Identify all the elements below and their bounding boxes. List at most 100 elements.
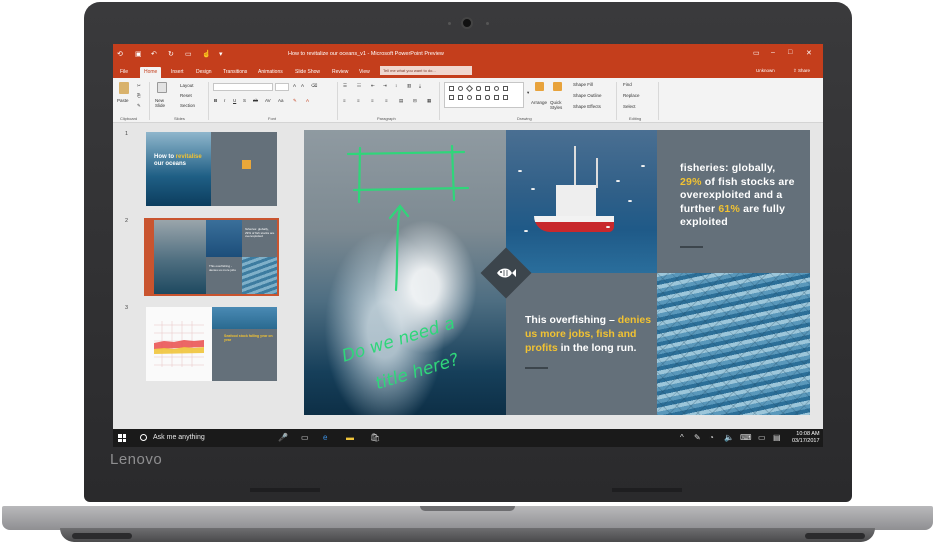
rectangle-shape-icon[interactable] <box>449 86 454 91</box>
slide-canvas[interactable]: Do we need a title here? fisheries: glob… <box>304 130 810 415</box>
align-text-icon[interactable]: ⊟ <box>413 98 417 104</box>
font-color-icon[interactable]: A <box>306 98 309 103</box>
tray-chevron-icon[interactable]: ^ <box>680 433 684 442</box>
tab-slide-show[interactable]: Slide Show <box>291 67 324 78</box>
tab-home[interactable]: Home <box>140 67 162 78</box>
shrink-font-icon[interactable]: A <box>301 83 304 88</box>
edge-browser-icon[interactable]: e <box>323 433 327 442</box>
shape-outline-button[interactable]: Shape Outline <box>573 93 602 98</box>
cut-icon[interactable]: ✂ <box>137 83 141 89</box>
bullets-icon[interactable]: ☰ <box>343 83 347 89</box>
quick-styles-button[interactable]: Quick Styles <box>550 100 566 110</box>
ribbon-display-icon[interactable]: ▭ <box>753 49 760 57</box>
diamond-shape-icon[interactable] <box>465 84 474 93</box>
circle-shape-icon[interactable] <box>494 86 499 91</box>
undo-icon[interactable]: ↶ <box>151 50 157 58</box>
microphone-icon[interactable]: 🎤 <box>278 433 288 442</box>
select-button[interactable]: Select <box>623 104 636 109</box>
numbering-icon[interactable]: ☷ <box>357 83 361 89</box>
clear-format-icon[interactable]: ⌫ <box>311 83 317 89</box>
pen-icon[interactable]: ✎ <box>694 433 701 442</box>
arrange-icon[interactable] <box>535 82 544 91</box>
align-left-icon[interactable]: ≡ <box>343 98 346 103</box>
columns-icon[interactable]: ▥ <box>407 83 411 89</box>
slide-thumbnail-3[interactable]: Seafood stock falling year on year <box>146 307 277 381</box>
tab-review[interactable]: Review <box>328 67 352 78</box>
align-right-icon[interactable]: ≡ <box>371 98 374 103</box>
line-spacing-icon[interactable]: ↕ <box>395 83 397 88</box>
file-explorer-icon[interactable]: ▬ <box>346 433 354 442</box>
layout-button[interactable]: Layout <box>180 83 194 88</box>
section-button[interactable]: Section <box>180 103 195 108</box>
oval-shape-icon[interactable] <box>467 95 472 100</box>
square-shape-icon[interactable] <box>503 86 508 91</box>
line-shape-icon[interactable] <box>449 95 454 100</box>
battery-icon[interactable]: ▭ <box>758 433 766 442</box>
store-icon[interactable]: 🛍 <box>370 433 380 442</box>
cortana-search-box[interactable]: Ask me anything <box>153 434 205 441</box>
tab-transitions[interactable]: Transitions <box>219 67 251 78</box>
font-name-input[interactable] <box>213 83 273 91</box>
grow-font-icon[interactable]: A <box>293 83 296 88</box>
shapes-gallery[interactable] <box>444 82 524 108</box>
oval-shape-icon[interactable] <box>458 86 463 91</box>
find-button[interactable]: Find <box>623 82 632 87</box>
format-painter-icon[interactable]: ✎ <box>137 103 141 109</box>
tab-design[interactable]: Design <box>192 67 216 78</box>
replace-button[interactable]: Replace <box>623 93 640 98</box>
text-direction-icon[interactable]: ⤓ <box>419 83 421 88</box>
reset-button[interactable]: Reset <box>180 93 192 98</box>
callout-shape-icon[interactable] <box>485 95 490 100</box>
keyboard-icon[interactable]: ⌨ <box>740 433 752 442</box>
tab-animations[interactable]: Animations <box>254 67 287 78</box>
bold-icon[interactable]: B <box>214 98 217 103</box>
tell-me-input[interactable]: Tell me what you want to do... <box>380 66 472 75</box>
slide-thumbnail-2[interactable]: fisheries: globally, 29% of fish stocks … <box>144 218 279 296</box>
rounded-rect-shape-icon[interactable] <box>476 86 481 91</box>
volume-icon[interactable]: 🔈 <box>724 433 734 442</box>
user-name[interactable]: Unknown <box>756 68 775 73</box>
system-clock[interactable]: 10:08 AM 03/17/2017 <box>792 431 820 445</box>
save-icon[interactable]: ▣ <box>135 50 142 58</box>
redo-icon[interactable]: ↻ <box>168 50 174 58</box>
italic-icon[interactable]: I <box>224 98 225 103</box>
shadow-icon[interactable]: S <box>243 98 246 103</box>
underline-icon[interactable]: U <box>233 98 236 103</box>
slide-thumbnail-1[interactable]: How to revitalise our oceans <box>146 132 277 206</box>
star-shape-icon[interactable] <box>494 95 499 100</box>
notification-icon[interactable]: ▤ <box>773 433 781 442</box>
arrange-button[interactable]: Arrange <box>531 100 547 105</box>
justify-icon[interactable]: ≡ <box>385 98 388 103</box>
textbox-shape-icon[interactable] <box>485 86 490 91</box>
font-size-input[interactable] <box>275 83 289 91</box>
strikethrough-icon[interactable]: ab <box>253 98 258 103</box>
customize-icon[interactable]: ▾ <box>219 50 223 58</box>
wifi-icon[interactable]: ◔ <box>709 433 714 442</box>
copy-icon[interactable]: ⎘ <box>137 93 141 98</box>
autosave-icon[interactable]: ⟲ <box>117 50 123 58</box>
smartart-icon[interactable]: ▦ <box>427 98 431 104</box>
triangle-shape-icon[interactable] <box>476 95 481 100</box>
indent-decrease-icon[interactable]: ⇤ <box>371 83 375 89</box>
align-center-icon[interactable]: ≡ <box>357 98 360 103</box>
minimize-icon[interactable]: – <box>771 49 775 56</box>
paste-icon[interactable] <box>119 82 129 94</box>
shapes-more-icon[interactable]: ▾ <box>527 90 529 96</box>
new-slide-button[interactable]: New Slide <box>155 98 171 108</box>
highlight-icon[interactable]: ✎ <box>293 98 297 104</box>
share-button[interactable]: ⇪ Share <box>793 68 810 74</box>
cortana-icon[interactable] <box>140 434 147 441</box>
shape-fill-button[interactable]: Shape Fill <box>573 82 593 87</box>
shape-effects-button[interactable]: Shape Effects <box>573 104 601 109</box>
arrow-shape-icon[interactable] <box>458 95 463 100</box>
spacing-icon[interactable]: AV <box>265 98 271 103</box>
brace-shape-icon[interactable] <box>503 95 508 100</box>
windows-start-icon[interactable] <box>118 434 126 442</box>
tab-view[interactable]: View <box>355 67 374 78</box>
quick-styles-icon[interactable] <box>553 82 562 91</box>
tab-file[interactable]: File <box>116 67 132 78</box>
task-view-icon[interactable]: ▭ <box>301 433 309 442</box>
change-case-icon[interactable]: Aa <box>278 98 284 103</box>
maximize-icon[interactable]: □ <box>788 49 792 56</box>
indent-increase-icon[interactable]: ⇥ <box>383 83 387 89</box>
